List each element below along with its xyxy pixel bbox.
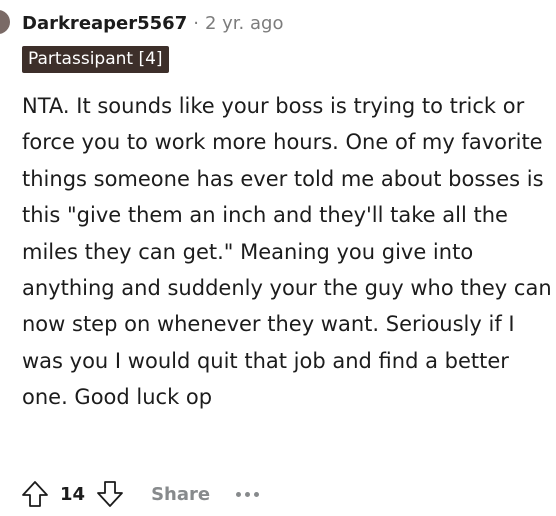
share-button[interactable]: Share <box>151 484 210 505</box>
more-options-dot <box>254 491 260 497</box>
comment-timestamp[interactable]: 2 yr. ago <box>205 13 284 34</box>
avatar[interactable] <box>0 10 10 34</box>
meta-separator: · <box>193 12 199 34</box>
more-options-dot <box>245 491 251 497</box>
more-options-button[interactable] <box>236 491 260 497</box>
vote-score: 14 <box>60 483 86 505</box>
comment-header: Darkreaper5567 · 2 yr. ago <box>22 10 283 36</box>
upvote-arrow-icon <box>22 481 48 507</box>
comment-body: NTA. It sounds like your boss is trying … <box>22 94 552 410</box>
downvote-arrow-icon <box>97 481 123 507</box>
downvote-button[interactable] <box>93 477 127 511</box>
username-link[interactable]: Darkreaper5567 <box>22 13 187 34</box>
upvote-button[interactable] <box>18 477 52 511</box>
comment-action-bar: 14 Share <box>18 474 260 514</box>
more-options-icon <box>236 491 242 497</box>
user-flair: Partassipant [4] <box>22 46 169 73</box>
